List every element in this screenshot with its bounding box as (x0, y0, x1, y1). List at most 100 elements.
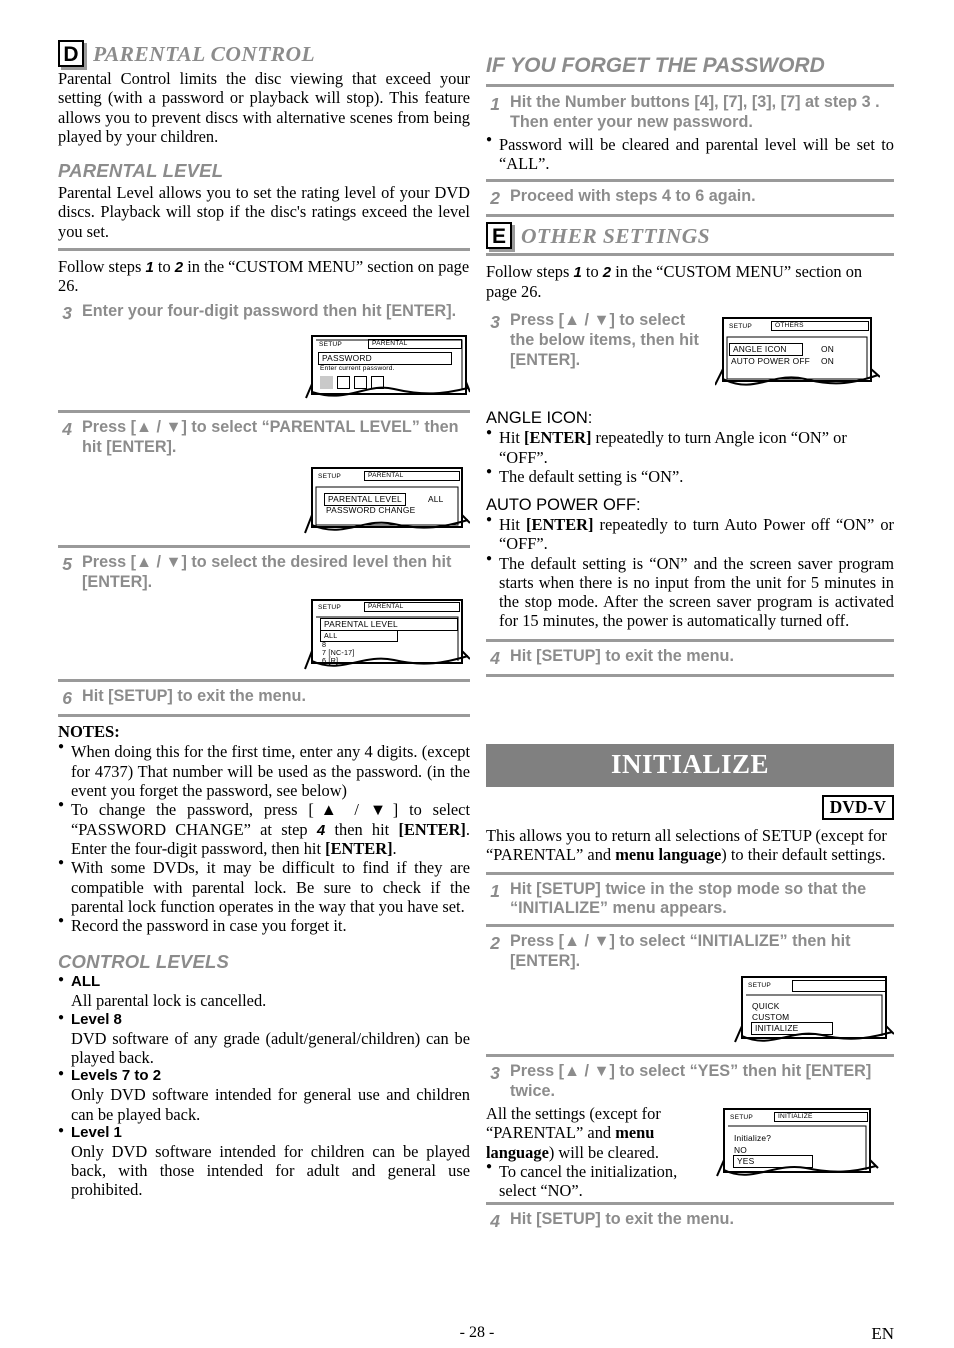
control-level-item: Levels 7 to 2 Only DVD software intended… (58, 1067, 470, 1124)
note-item: To change the password, press [▲ / ▼] to… (58, 799, 470, 858)
osd-setup-label: SETUP (318, 604, 341, 612)
osd-level-row-all[interactable]: ALL (320, 630, 398, 643)
initialize-banner: INITIALIZE (486, 743, 894, 787)
osd-item-auto-power-off-value: ON (821, 356, 834, 367)
dvd-v-badge: DVD-V (821, 794, 894, 821)
section-d-header: D PARENTAL CONTROL (58, 40, 470, 67)
osd-setup-label: SETUP (318, 472, 341, 480)
osd-item-angle-icon[interactable]: ANGLE ICON (729, 343, 803, 357)
divider (486, 924, 894, 928)
osd-level-list: SETUP PARENTAL PARENTAL LEVEL ALL 8 7 [N… (302, 597, 470, 675)
initialize-step-1-text: Hit [SETUP] twice in the stop mode so th… (510, 879, 867, 918)
osd-parental-menu: SETUP PARENTAL PARENTAL LEVEL ALL PASSWO… (302, 465, 470, 539)
initialize-intro: This allows you to return all selections… (486, 826, 887, 865)
initialize-step-2: 2 Press [▲ / ▼] to select “INITIALIZE” t… (486, 932, 894, 972)
initialize-step-2-number: 2 (490, 933, 500, 954)
step-3: 3 Enter your four-digit password then hi… (58, 302, 470, 324)
forgot-step-1-number: 1 (490, 94, 500, 114)
forgot-step-2-text: Proceed with steps 4 to 6 again. (510, 187, 756, 206)
section-badge-d: D (58, 40, 84, 67)
follow-pre: Follow steps (58, 256, 142, 276)
follow-n2: 2 (174, 258, 184, 276)
control-level-item: ALL All parental lock is cancelled. (58, 973, 470, 1010)
osd-tab-parental: PARENTAL (368, 338, 462, 349)
parental-level-heading: PARENTAL LEVEL (58, 160, 224, 182)
osd-others: SETUP OTHERS ANGLE ICON ON AUTO POWER OF… (715, 315, 880, 397)
initialize-step-1: 1 Hit [SETUP] twice in the stop mode so … (486, 880, 894, 920)
control-level-label: Level 8 (71, 1010, 122, 1028)
step-3-number: 3 (62, 302, 72, 323)
osd-setup-list: SETUP QUICK CUSTOM INITIALIZE (734, 974, 894, 1052)
right-column: IF YOU FORGET THE PASSWORD 1 Hit the Num… (486, 40, 894, 1232)
osd-row-yes[interactable]: YES (733, 1155, 813, 1169)
follow-n2: 2 (602, 264, 612, 282)
auto-power-off-heading: AUTO POWER OFF: (486, 496, 641, 515)
password-cell-4 (371, 376, 384, 390)
osd-row-no[interactable]: NO (734, 1145, 747, 1155)
control-levels-heading: CONTROL LEVELS (58, 951, 230, 973)
angle-icon-bullet: Hit [ENTER] repeatedly to turn Angle ico… (486, 427, 894, 467)
initialize-step-3: 3 Press [▲ / ▼] to select “YES” then hit… (486, 1062, 894, 1102)
initialize-bullets: To cancel the initialization, select “NO… (486, 1161, 714, 1201)
step-4-number: 4 (62, 418, 72, 439)
step-3-text: Enter your four-digit password then hit … (82, 301, 457, 320)
parental-control-intro: Parental Control limits the disc viewing… (58, 69, 470, 146)
other-step-3-number: 3 (490, 312, 500, 333)
figure-level-list-wrap: SETUP PARENTAL PARENTAL LEVEL ALL 8 7 [N… (58, 597, 470, 675)
osd-level-row-6[interactable]: 6 [R] (322, 656, 338, 665)
section-e-title: OTHER SETTINGS (521, 224, 710, 249)
initialize-step-4-number: 4 (490, 1211, 500, 1232)
step-6-text: Hit [SETUP] to exit the menu. (82, 687, 306, 706)
divider (486, 1054, 894, 1058)
section-badge-e: E (486, 222, 512, 250)
figure-parental-menu-wrap: SETUP PARENTAL PARENTAL LEVEL ALL PASSWO… (58, 465, 470, 539)
osd-item-password-change[interactable]: PASSWORD CHANGE (326, 505, 415, 515)
osd-setup-label: SETUP (319, 340, 342, 348)
follow-steps-left: Follow steps 1 to 2 in the “CUSTOM MENU”… (58, 257, 470, 296)
forgot-step-1: 1 Hit the Number buttons [4], [7], [3], … (486, 93, 894, 133)
osd-tab-initialize: INITIALIZE (774, 1112, 868, 1123)
manual-page: D PARENTAL CONTROL Parental Control limi… (0, 0, 954, 1348)
section-e-header: E OTHER SETTINGS (486, 222, 894, 250)
initialize-step-3-number: 3 (490, 1063, 500, 1084)
follow-n1: 1 (573, 264, 582, 282)
forgot-step-1-text: Hit the Number buttons [4], [7], [3], [7… (510, 93, 880, 131)
control-level-desc: All parental lock is cancelled. (71, 991, 267, 1011)
control-level-desc: DVD software of any grade (adult/general… (71, 1028, 470, 1067)
follow-steps-right: Follow steps 1 to 2 in the “CUSTOM MENU”… (486, 262, 894, 301)
page-number: - 28 - (459, 1324, 495, 1341)
osd-item-parental-level-value: ALL (428, 493, 444, 504)
osd-password: SETUP PARENTAL PASSWORD Enter current pa… (304, 332, 470, 404)
password-cell-2 (337, 376, 350, 390)
osd-row-initialize[interactable]: INITIALIZE (751, 1022, 833, 1036)
forgot-bullet: Password will be cleared and parental le… (486, 134, 894, 174)
parental-level-intro: Parental Level allows you to set the rat… (58, 183, 470, 241)
osd-password-prompt: Enter current password. (320, 364, 395, 372)
divider (486, 673, 894, 677)
osd-row-quick[interactable]: QUICK (752, 1001, 780, 1011)
osd-row-custom[interactable]: CUSTOM (752, 1012, 789, 1022)
password-cell-3 (354, 376, 367, 390)
forgot-step-2: 2 Proceed with steps 4 to 6 again. (486, 187, 894, 209)
osd-tab-others: OTHERS (771, 321, 869, 332)
initialize-step-3-body: All the settings (except for “PARENTAL” … (486, 1104, 714, 1200)
step-5-number: 5 (62, 553, 72, 574)
step-5: 5 Press [▲ / ▼] to select the desired le… (58, 553, 470, 593)
osd-password-cells (320, 374, 388, 392)
note-item: When doing this for the first time, ente… (58, 741, 470, 800)
section-d-title: PARENTAL CONTROL (93, 42, 316, 66)
initialize-bullet: To cancel the initialization, select “NO… (486, 1161, 714, 1201)
osd-setup-label: SETUP (748, 982, 771, 990)
other-settings-step-4: 4 Hit [SETUP] to exit the menu. (486, 647, 894, 669)
auto-power-off-bullets: Hit [ENTER] repeatedly to turn Auto Powe… (486, 514, 894, 631)
osd-item-auto-power-off[interactable]: AUTO POWER OFF (731, 356, 810, 366)
auto-power-off-bullet: Hit [ENTER] repeatedly to turn Auto Powe… (486, 514, 894, 554)
initialize-step-2-text: Press [▲ / ▼] to select “INITIALIZE” the… (510, 932, 851, 971)
divider (486, 253, 894, 257)
follow-n1: 1 (145, 258, 154, 276)
auto-power-off-bullet: The default setting is “ON” and the scre… (486, 553, 894, 631)
osd-tab-blank (792, 980, 886, 993)
left-column: D PARENTAL CONTROL Parental Control limi… (58, 40, 470, 1200)
follow-mid: to (157, 256, 171, 276)
forgot-bullets: Password will be cleared and parental le… (486, 134, 894, 174)
